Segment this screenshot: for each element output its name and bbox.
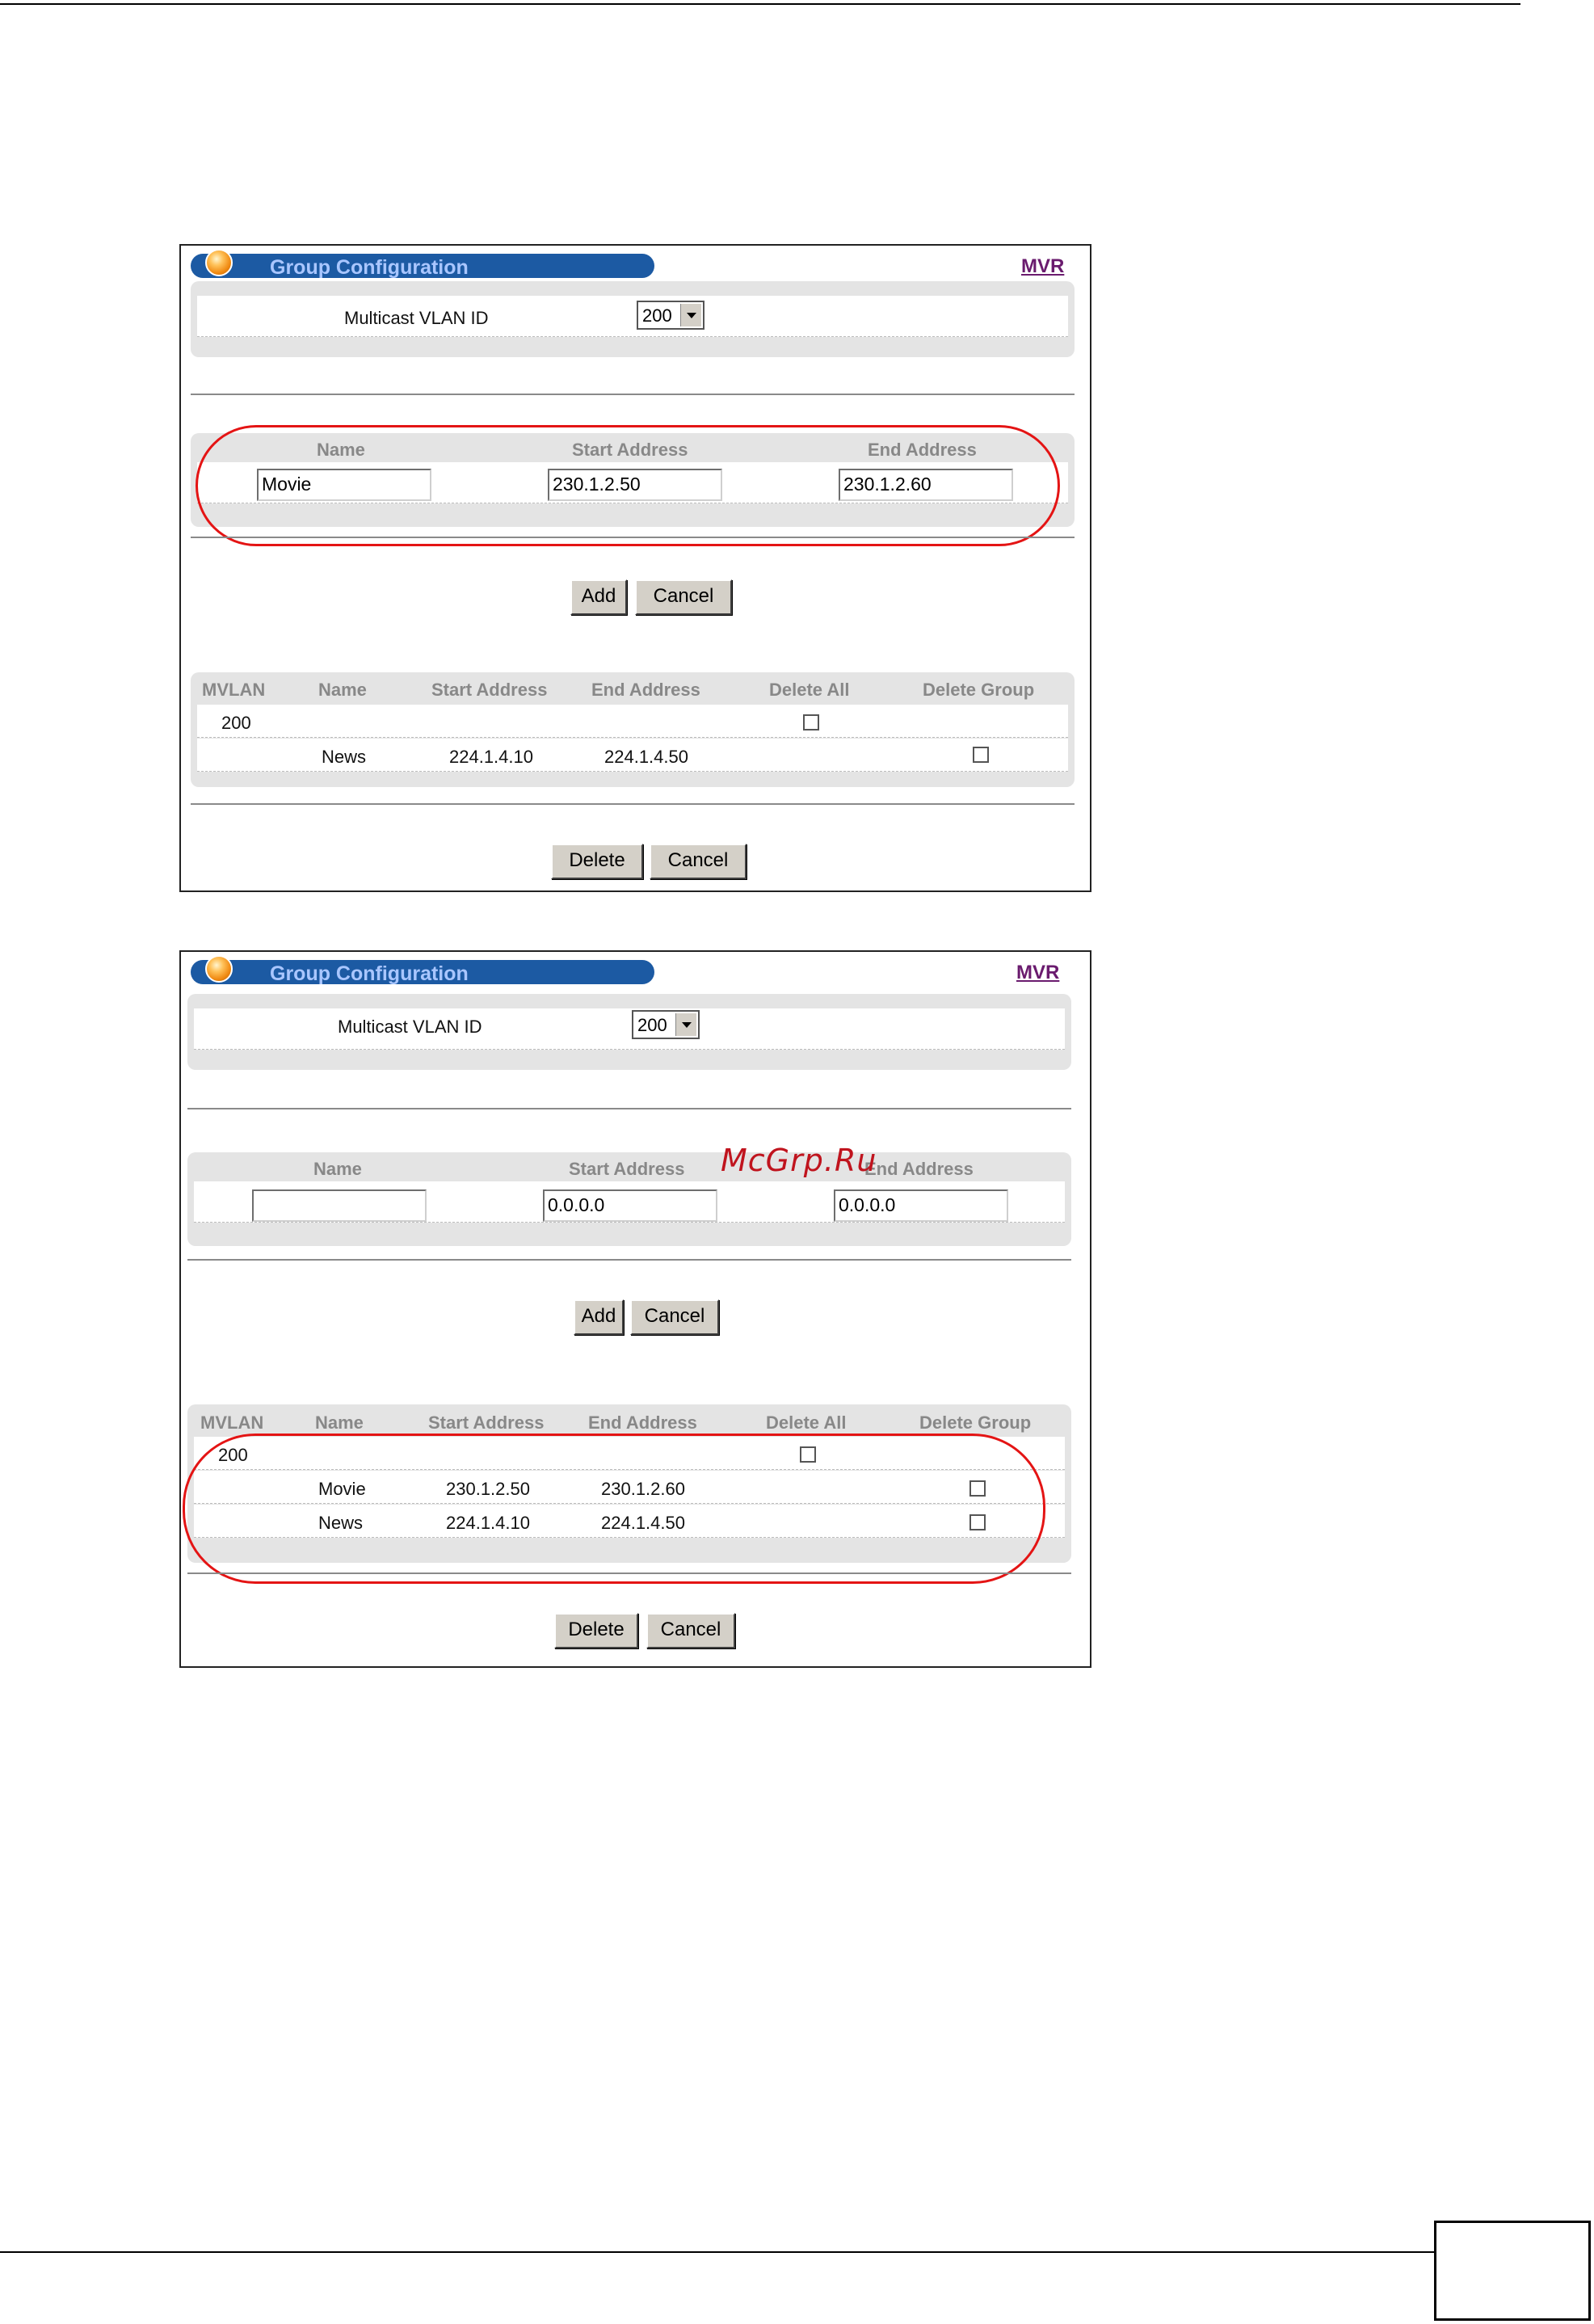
mvlan-header: MVLAN <box>202 680 266 700</box>
name-header: Name <box>315 1413 364 1433</box>
orb-icon <box>205 955 233 983</box>
orb-icon <box>205 249 233 276</box>
delete-group-header: Delete Group <box>919 1413 1032 1433</box>
delete-all-header: Delete All <box>766 1413 847 1433</box>
table-row <box>197 705 1068 738</box>
chevron-down-icon <box>680 304 701 326</box>
bottom-rule <box>0 2251 1434 2253</box>
divider <box>191 803 1075 805</box>
delete-all-checkbox[interactable] <box>803 714 819 730</box>
end-address-header: End Address <box>588 1413 697 1433</box>
page-title: Group Configuration <box>270 962 469 985</box>
delete-group-header: Delete Group <box>923 680 1035 700</box>
page-number-box <box>1434 2221 1591 2321</box>
divider <box>191 537 1075 538</box>
vlan-select[interactable]: 200 <box>637 301 704 330</box>
cancel-button[interactable]: Cancel <box>635 579 732 615</box>
group-start-address: 224.1.4.10 <box>449 747 533 767</box>
highlight-callout <box>183 1434 1045 1584</box>
title-bar: Group Configuration <box>191 960 654 985</box>
delete-button[interactable]: Delete <box>551 844 643 879</box>
mvr-link[interactable]: MVR <box>1021 255 1064 278</box>
cancel-button[interactable]: Cancel <box>646 1613 735 1648</box>
cancel-button[interactable]: Cancel <box>630 1299 719 1335</box>
start-address-header: Start Address <box>428 1413 545 1433</box>
start-address-header: Start Address <box>569 1159 685 1179</box>
mvr-link[interactable]: MVR <box>1016 962 1059 984</box>
divider <box>191 394 1075 395</box>
name-header: Name <box>318 680 367 700</box>
add-button[interactable]: Add <box>574 1299 624 1335</box>
delete-all-header: Delete All <box>769 680 850 700</box>
top-rule <box>0 3 1520 5</box>
vlan-row <box>197 296 1068 337</box>
cancel-button[interactable]: Cancel <box>650 844 747 879</box>
name-input[interactable] <box>252 1189 427 1222</box>
highlight-callout <box>196 425 1060 546</box>
divider <box>187 1572 1071 1574</box>
name-header: Name <box>313 1159 362 1179</box>
add-button[interactable]: Add <box>570 579 627 615</box>
vlan-label: Multicast VLAN ID <box>338 1017 482 1037</box>
watermark-text: McGrp.Ru <box>721 1143 877 1178</box>
vlan-row <box>194 1008 1065 1050</box>
vlan-select[interactable]: 200 <box>632 1010 700 1039</box>
start-address-input[interactable]: 0.0.0.0 <box>543 1189 717 1222</box>
title-bar: Group Configuration <box>191 254 654 279</box>
vlan-select-value: 200 <box>637 1015 667 1035</box>
group-name: News <box>322 747 367 767</box>
divider <box>187 1259 1071 1261</box>
group-configuration-screen-after: Group Configuration MVR Multicast VLAN I… <box>179 950 1091 1668</box>
vlan-label: Multicast VLAN ID <box>344 308 489 328</box>
end-address-header: End Address <box>864 1159 974 1179</box>
delete-group-checkbox[interactable] <box>973 747 989 763</box>
chevron-down-icon <box>675 1013 696 1036</box>
page-title: Group Configuration <box>270 256 469 279</box>
end-address-input[interactable]: 0.0.0.0 <box>834 1189 1008 1222</box>
group-end-address: 224.1.4.50 <box>604 747 688 767</box>
vlan-select-value: 200 <box>642 305 672 326</box>
mvlan-header: MVLAN <box>200 1413 264 1433</box>
end-address-header: End Address <box>591 680 700 700</box>
delete-button[interactable]: Delete <box>554 1613 638 1648</box>
start-address-header: Start Address <box>431 680 548 700</box>
group-configuration-screen-before: Group Configuration MVR Multicast VLAN I… <box>179 244 1091 892</box>
divider <box>187 1108 1071 1109</box>
mvlan-value: 200 <box>221 713 251 733</box>
